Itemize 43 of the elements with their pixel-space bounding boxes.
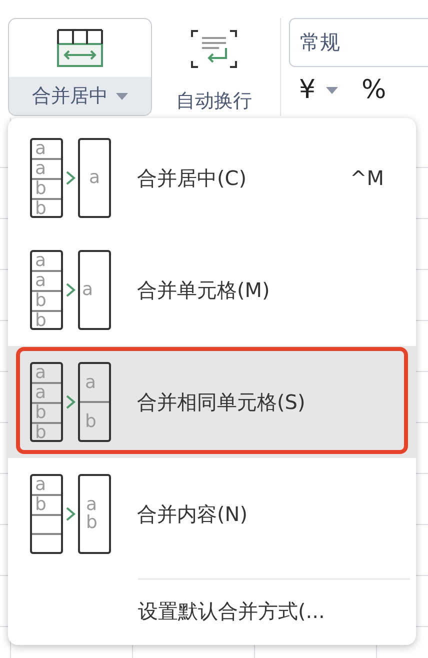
menu-item[interactable]: a b a b 合并内容(N) — [8, 458, 416, 570]
number-format-field[interactable]: 常规 — [289, 18, 428, 67]
cell-letter: b — [35, 424, 46, 442]
cell-letter: a — [86, 496, 98, 514]
menu-item-label: 合并居中(C) — [137, 164, 248, 192]
cell-letter: b — [86, 514, 98, 532]
cell-letter: b — [35, 200, 46, 218]
menu-item-label: 合并内容(N) — [137, 500, 249, 528]
chevron-icon — [65, 170, 76, 186]
cell-letter: a — [35, 272, 46, 290]
cell-letter: a — [35, 160, 46, 178]
menu-item-label: 合并单元格(M) — [137, 276, 271, 304]
cell-letter: b — [35, 496, 46, 514]
cell-letter: a — [85, 374, 96, 392]
percent-button[interactable]: % — [362, 75, 386, 105]
cell-letter: a — [35, 252, 46, 270]
caret-icon — [116, 92, 128, 100]
cell-letter: b — [35, 312, 46, 330]
cell-letter: a — [35, 364, 46, 382]
cell-letter: a — [35, 476, 46, 494]
cell-letter: a — [35, 140, 46, 158]
menu-item[interactable]: a a b b a 合并居中(C) ^M — [8, 122, 416, 234]
menu-item[interactable]: a a b b a b 合并相同单元格(S) — [8, 346, 416, 458]
cell-letter: a — [82, 281, 94, 299]
cell-letter: a — [88, 169, 100, 187]
cell-letter: b — [85, 412, 96, 430]
shortcut-label: ^M — [350, 166, 384, 190]
cell-letter: b — [35, 180, 46, 198]
chevron-icon — [65, 282, 76, 298]
menu-item[interactable]: 设置默认合并方式(... — [138, 598, 416, 625]
cell-letter: a — [35, 384, 46, 402]
merge-center-button[interactable]: 合并居中 — [8, 18, 152, 116]
chevron-icon — [65, 394, 76, 410]
caret-icon — [326, 86, 338, 94]
merge-cells-icon — [57, 29, 103, 67]
chevron-icon — [65, 506, 76, 522]
wrap-text-icon — [191, 30, 237, 68]
wrap-text-button[interactable]: 自动换行 — [158, 18, 270, 116]
currency-button[interactable]: ¥ — [299, 75, 316, 105]
menu-item[interactable]: a a b b a 合并单元格(M) — [8, 234, 416, 346]
menu-item-label: 合并相同单元格(S) — [137, 388, 306, 416]
cell-letter: b — [35, 292, 46, 310]
cell-letter: b — [35, 404, 46, 422]
